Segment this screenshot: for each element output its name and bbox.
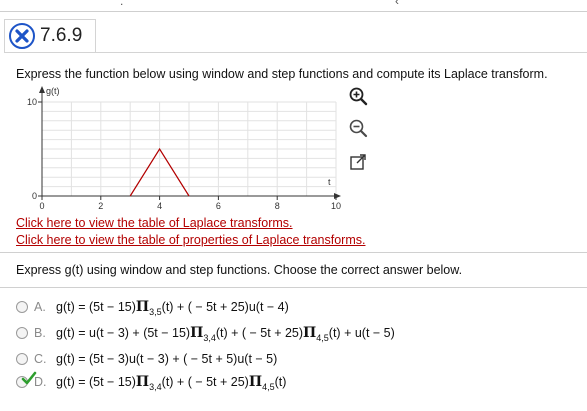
- top-strip: . ‹: [0, 0, 587, 12]
- option-d-radio[interactable]: [16, 371, 37, 388]
- option-c-radio[interactable]: [16, 353, 28, 365]
- option-d[interactable]: D. g(t) = (5t − 15)Π3,4(t) + ( − 5t + 25…: [16, 371, 287, 392]
- zoom-out-icon: [349, 119, 368, 138]
- option-d-formula: g(t) = (5t − 15)Π3,4(t) + ( − 5t + 25)Π4…: [56, 374, 287, 392]
- option-c-formula: g(t) = (5t − 3)u(t − 3) + ( − 5t + 5)u(t…: [56, 352, 278, 366]
- laplace-properties-link[interactable]: Click here to view the table of properti…: [16, 233, 365, 247]
- zoom-in-button[interactable]: [346, 84, 370, 108]
- x-axis-label: t: [328, 177, 331, 187]
- section-divider: [0, 252, 587, 253]
- zoom-in-icon: [349, 87, 368, 106]
- popout-button[interactable]: [346, 150, 370, 174]
- title-divider: [96, 52, 587, 53]
- function-graph: g(t) t 10 0 0 2 4 6 8 10: [27, 86, 341, 211]
- x-circle-icon: [9, 23, 35, 49]
- x-tick-label: 2: [98, 201, 103, 211]
- y-axis-arrow: [39, 86, 45, 93]
- x-tick-label: 0: [39, 201, 44, 211]
- option-a-radio[interactable]: [16, 301, 28, 313]
- option-b-radio[interactable]: [16, 327, 28, 339]
- popout-icon: [350, 154, 366, 170]
- checkmark-icon: [21, 371, 37, 385]
- problem-id: 7.6.9: [40, 25, 83, 46]
- problem-title-box: 7.6.9: [4, 19, 96, 53]
- option-a-formula: g(t) = (5t − 15)Π3,5(t) + ( − 5t + 25)u(…: [56, 299, 289, 317]
- option-a-letter: A.: [34, 300, 46, 314]
- answers-divider: [0, 287, 587, 288]
- y-axis-label: g(t): [46, 86, 60, 96]
- option-b[interactable]: B. g(t) = u(t − 3) + (5t − 15)Π3,4(t) + …: [16, 324, 395, 343]
- option-c[interactable]: C. g(t) = (5t − 3)u(t − 3) + ( − 5t + 5)…: [16, 350, 277, 368]
- laplace-table-link[interactable]: Click here to view the table of Laplace …: [16, 216, 293, 230]
- option-a[interactable]: A. g(t) = (5t − 15)Π3,5(t) + ( − 5t + 25…: [16, 298, 289, 317]
- y-tick-label-0: 0: [32, 191, 37, 201]
- x-tick-labels: 0 2 4 6 8 10: [39, 196, 341, 211]
- option-c-letter: C.: [34, 352, 47, 366]
- graph-grid: [38, 101, 337, 197]
- y-tick-label-10: 10: [27, 97, 37, 107]
- question-instruction: Express g(t) using window and step funct…: [16, 263, 463, 277]
- option-b-formula: g(t) = u(t − 3) + (5t − 15)Π3,4(t) + ( −…: [56, 325, 395, 343]
- zoom-out-button[interactable]: [346, 116, 370, 140]
- x-tick-label: 6: [216, 201, 221, 211]
- x-tick-label: 10: [331, 201, 341, 211]
- problem-prompt: Express the function below using window …: [16, 67, 548, 81]
- x-axis-arrow: [334, 193, 341, 199]
- x-tick-label: 4: [157, 201, 162, 211]
- x-tick-label: 8: [275, 201, 280, 211]
- option-b-letter: B.: [34, 326, 46, 340]
